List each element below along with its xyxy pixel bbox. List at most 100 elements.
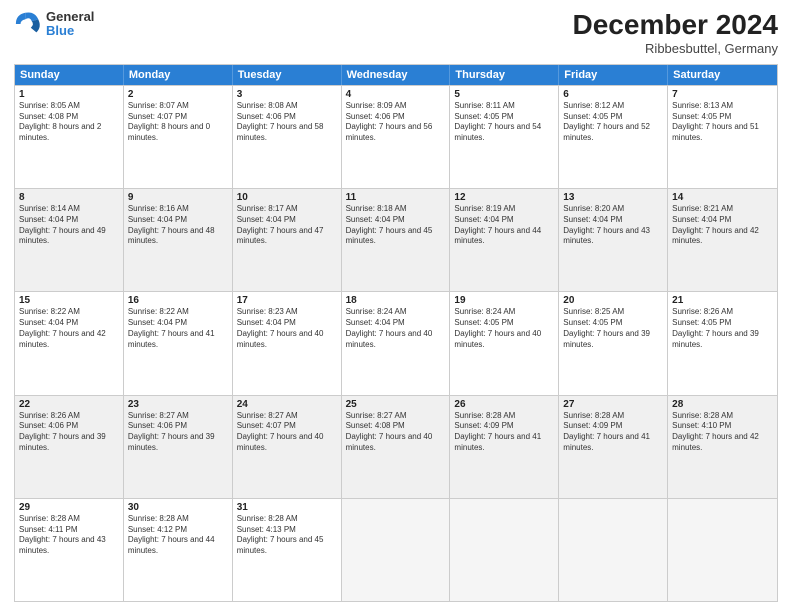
cell-info: Sunrise: 8:26 AM Sunset: 4:06 PM Dayligh… [19,411,119,454]
day-number: 17 [237,295,337,306]
calendar-cell-day-4: 4Sunrise: 8:09 AM Sunset: 4:06 PM Daylig… [342,86,451,188]
day-number: 4 [346,89,446,100]
logo-text: General Blue [46,10,94,39]
cell-info: Sunrise: 8:18 AM Sunset: 4:04 PM Dayligh… [346,204,446,247]
logo-general: General [46,10,94,24]
day-number: 19 [454,295,554,306]
cell-info: Sunrise: 8:27 AM Sunset: 4:07 PM Dayligh… [237,411,337,454]
day-number: 3 [237,89,337,100]
calendar-cell-day-18: 18Sunrise: 8:24 AM Sunset: 4:04 PM Dayli… [342,292,451,394]
calendar-cell-day-30: 30Sunrise: 8:28 AM Sunset: 4:12 PM Dayli… [124,499,233,601]
cell-info: Sunrise: 8:28 AM Sunset: 4:12 PM Dayligh… [128,514,228,557]
day-number: 11 [346,192,446,203]
cell-info: Sunrise: 8:12 AM Sunset: 4:05 PM Dayligh… [563,101,663,144]
cell-info: Sunrise: 8:27 AM Sunset: 4:06 PM Dayligh… [128,411,228,454]
cell-info: Sunrise: 8:27 AM Sunset: 4:08 PM Dayligh… [346,411,446,454]
day-number: 22 [19,399,119,410]
day-number: 12 [454,192,554,203]
calendar-cell-empty [450,499,559,601]
page: General Blue December 2024 Ribbesbuttel,… [0,0,792,612]
cell-info: Sunrise: 8:25 AM Sunset: 4:05 PM Dayligh… [563,307,663,350]
cell-info: Sunrise: 8:11 AM Sunset: 4:05 PM Dayligh… [454,101,554,144]
calendar-cell-day-31: 31Sunrise: 8:28 AM Sunset: 4:13 PM Dayli… [233,499,342,601]
calendar-cell-day-16: 16Sunrise: 8:22 AM Sunset: 4:04 PM Dayli… [124,292,233,394]
cell-info: Sunrise: 8:17 AM Sunset: 4:04 PM Dayligh… [237,204,337,247]
cell-info: Sunrise: 8:19 AM Sunset: 4:04 PM Dayligh… [454,204,554,247]
calendar-cell-day-12: 12Sunrise: 8:19 AM Sunset: 4:04 PM Dayli… [450,189,559,291]
calendar-cell-day-11: 11Sunrise: 8:18 AM Sunset: 4:04 PM Dayli… [342,189,451,291]
cell-info: Sunrise: 8:22 AM Sunset: 4:04 PM Dayligh… [19,307,119,350]
calendar-cell-day-15: 15Sunrise: 8:22 AM Sunset: 4:04 PM Dayli… [15,292,124,394]
cell-info: Sunrise: 8:22 AM Sunset: 4:04 PM Dayligh… [128,307,228,350]
calendar-cell-day-27: 27Sunrise: 8:28 AM Sunset: 4:09 PM Dayli… [559,396,668,498]
cell-info: Sunrise: 8:14 AM Sunset: 4:04 PM Dayligh… [19,204,119,247]
calendar-cell-day-9: 9Sunrise: 8:16 AM Sunset: 4:04 PM Daylig… [124,189,233,291]
day-number: 9 [128,192,228,203]
calendar-cell-day-22: 22Sunrise: 8:26 AM Sunset: 4:06 PM Dayli… [15,396,124,498]
calendar-cell-day-26: 26Sunrise: 8:28 AM Sunset: 4:09 PM Dayli… [450,396,559,498]
calendar-week-1: 8Sunrise: 8:14 AM Sunset: 4:04 PM Daylig… [15,188,777,291]
day-number: 10 [237,192,337,203]
calendar-cell-day-29: 29Sunrise: 8:28 AM Sunset: 4:11 PM Dayli… [15,499,124,601]
cell-info: Sunrise: 8:28 AM Sunset: 4:09 PM Dayligh… [454,411,554,454]
day-number: 24 [237,399,337,410]
day-number: 13 [563,192,663,203]
day-number: 21 [672,295,773,306]
day-number: 15 [19,295,119,306]
day-number: 25 [346,399,446,410]
cell-info: Sunrise: 8:21 AM Sunset: 4:04 PM Dayligh… [672,204,773,247]
header: General Blue December 2024 Ribbesbuttel,… [14,10,778,56]
calendar-cell-day-3: 3Sunrise: 8:08 AM Sunset: 4:06 PM Daylig… [233,86,342,188]
day-number: 8 [19,192,119,203]
day-number: 5 [454,89,554,100]
day-number: 20 [563,295,663,306]
cell-info: Sunrise: 8:07 AM Sunset: 4:07 PM Dayligh… [128,101,228,144]
calendar-cell-day-24: 24Sunrise: 8:27 AM Sunset: 4:07 PM Dayli… [233,396,342,498]
calendar-cell-empty [559,499,668,601]
calendar-cell-day-10: 10Sunrise: 8:17 AM Sunset: 4:04 PM Dayli… [233,189,342,291]
cell-info: Sunrise: 8:20 AM Sunset: 4:04 PM Dayligh… [563,204,663,247]
calendar-cell-day-20: 20Sunrise: 8:25 AM Sunset: 4:05 PM Dayli… [559,292,668,394]
calendar-cell-day-14: 14Sunrise: 8:21 AM Sunset: 4:04 PM Dayli… [668,189,777,291]
cell-info: Sunrise: 8:28 AM Sunset: 4:11 PM Dayligh… [19,514,119,557]
cell-info: Sunrise: 8:24 AM Sunset: 4:04 PM Dayligh… [346,307,446,350]
calendar-header-row: SundayMondayTuesdayWednesdayThursdayFrid… [15,65,777,85]
calendar-cell-empty [342,499,451,601]
calendar: SundayMondayTuesdayWednesdayThursdayFrid… [14,64,778,602]
cell-info: Sunrise: 8:23 AM Sunset: 4:04 PM Dayligh… [237,307,337,350]
header-day-saturday: Saturday [668,65,777,85]
day-number: 7 [672,89,773,100]
calendar-cell-day-28: 28Sunrise: 8:28 AM Sunset: 4:10 PM Dayli… [668,396,777,498]
logo-icon [14,10,42,38]
calendar-week-4: 29Sunrise: 8:28 AM Sunset: 4:11 PM Dayli… [15,498,777,601]
cell-info: Sunrise: 8:13 AM Sunset: 4:05 PM Dayligh… [672,101,773,144]
calendar-cell-day-7: 7Sunrise: 8:13 AM Sunset: 4:05 PM Daylig… [668,86,777,188]
day-number: 28 [672,399,773,410]
month-title: December 2024 [573,10,778,41]
calendar-cell-day-6: 6Sunrise: 8:12 AM Sunset: 4:05 PM Daylig… [559,86,668,188]
title-block: December 2024 Ribbesbuttel, Germany [573,10,778,56]
calendar-cell-day-17: 17Sunrise: 8:23 AM Sunset: 4:04 PM Dayli… [233,292,342,394]
header-day-thursday: Thursday [450,65,559,85]
header-day-monday: Monday [124,65,233,85]
day-number: 14 [672,192,773,203]
location-subtitle: Ribbesbuttel, Germany [573,41,778,56]
header-day-wednesday: Wednesday [342,65,451,85]
day-number: 23 [128,399,228,410]
day-number: 30 [128,502,228,513]
calendar-cell-day-25: 25Sunrise: 8:27 AM Sunset: 4:08 PM Dayli… [342,396,451,498]
calendar-body: 1Sunrise: 8:05 AM Sunset: 4:08 PM Daylig… [15,85,777,601]
calendar-cell-empty [668,499,777,601]
calendar-cell-day-19: 19Sunrise: 8:24 AM Sunset: 4:05 PM Dayli… [450,292,559,394]
day-number: 27 [563,399,663,410]
cell-info: Sunrise: 8:08 AM Sunset: 4:06 PM Dayligh… [237,101,337,144]
calendar-week-0: 1Sunrise: 8:05 AM Sunset: 4:08 PM Daylig… [15,85,777,188]
calendar-cell-day-8: 8Sunrise: 8:14 AM Sunset: 4:04 PM Daylig… [15,189,124,291]
header-day-tuesday: Tuesday [233,65,342,85]
cell-info: Sunrise: 8:28 AM Sunset: 4:10 PM Dayligh… [672,411,773,454]
calendar-cell-day-23: 23Sunrise: 8:27 AM Sunset: 4:06 PM Dayli… [124,396,233,498]
calendar-week-2: 15Sunrise: 8:22 AM Sunset: 4:04 PM Dayli… [15,291,777,394]
logo: General Blue [14,10,94,39]
header-day-sunday: Sunday [15,65,124,85]
calendar-cell-day-21: 21Sunrise: 8:26 AM Sunset: 4:05 PM Dayli… [668,292,777,394]
